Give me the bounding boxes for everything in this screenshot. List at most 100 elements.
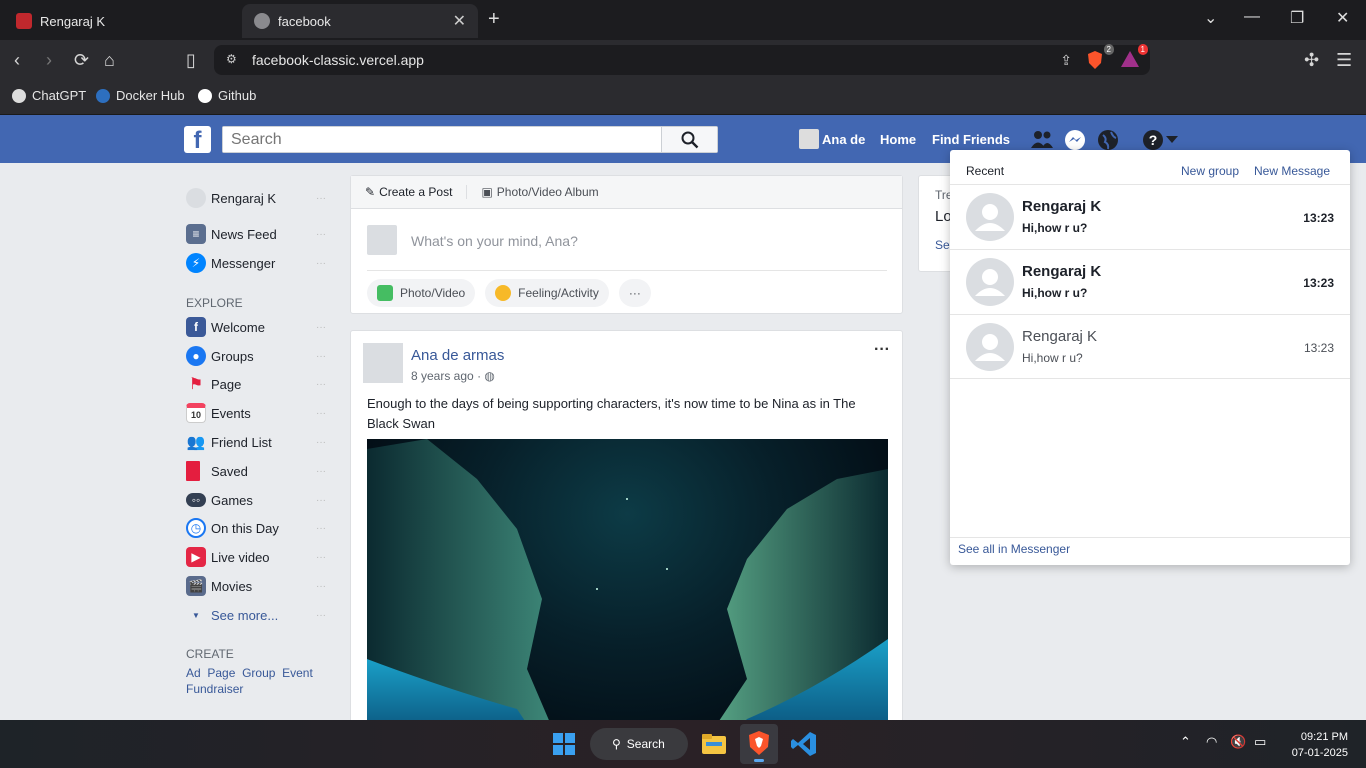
more-icon[interactable]: ··· xyxy=(316,523,326,534)
tab-create-post[interactable]: ✎ Create a Post xyxy=(351,185,466,199)
taskbar-search[interactable]: ⚲ Search xyxy=(590,728,688,760)
sidebar-item-messenger[interactable]: ⚡ Messenger ··· xyxy=(186,252,326,274)
close-window-button[interactable]: ✕ xyxy=(1336,8,1349,28)
close-tab-icon[interactable]: ✕ xyxy=(453,11,466,31)
more-icon[interactable]: ··· xyxy=(316,229,326,240)
post-options-button[interactable]: ··· xyxy=(874,341,890,359)
volume-muted-icon[interactable]: 🔇 xyxy=(1230,734,1246,750)
create-group-link[interactable]: Group xyxy=(242,666,275,680)
tab-photo-album[interactable]: ▣ Photo/Video Album xyxy=(466,185,612,199)
message-thread[interactable]: Rengaraj K Hi,how r u? 13:23 xyxy=(950,314,1350,379)
create-ad-link[interactable]: Ad xyxy=(186,666,201,680)
more-icon[interactable]: ··· xyxy=(316,258,326,269)
forward-button[interactable]: › xyxy=(46,50,52,70)
message-thread[interactable]: Rengaraj K Hi,how r u? 13:23 xyxy=(950,249,1350,314)
system-clock[interactable]: 09:21 PM 07-01-2025 xyxy=(1292,729,1348,761)
sidebar-item-profile[interactable]: Rengaraj K ··· xyxy=(186,187,326,209)
composer-more-button[interactable]: ··· xyxy=(618,279,651,307)
home-button[interactable]: ⌂ xyxy=(104,50,115,70)
trending-link[interactable]: Se xyxy=(935,238,950,252)
bookmark-chatgpt[interactable]: ChatGPT xyxy=(12,88,86,103)
extensions-icon[interactable]: ✣ xyxy=(1304,50,1319,70)
more-icon[interactable]: ··· xyxy=(316,610,326,621)
back-button[interactable]: ‹ xyxy=(14,50,20,70)
more-icon[interactable]: ··· xyxy=(316,322,326,333)
profile-link[interactable]: Ana de xyxy=(822,132,865,147)
new-group-link[interactable]: New group xyxy=(1181,164,1239,178)
new-message-link[interactable]: New Message xyxy=(1254,164,1330,178)
help-icon[interactable]: ? xyxy=(1142,129,1164,151)
account-menu-chevron-icon[interactable] xyxy=(1166,136,1178,144)
taskbar-brave-active[interactable] xyxy=(740,724,778,764)
sidebar-item-saved[interactable]: Saved ··· xyxy=(186,460,326,482)
friend-requests-icon[interactable] xyxy=(1030,129,1054,149)
more-icon[interactable]: ··· xyxy=(316,379,326,390)
facebook-logo[interactable]: f xyxy=(184,126,211,154)
see-more-link[interactable]: ▼ See more... ··· xyxy=(186,604,326,626)
bookmark-button[interactable]: ▯ xyxy=(186,50,196,70)
bookmark-label: ChatGPT xyxy=(32,88,87,103)
sidebar-item-welcome[interactable]: f Welcome ··· xyxy=(186,316,326,338)
sidebar-item-on-this-day[interactable]: ◷ On this Day ··· xyxy=(186,517,326,539)
rewards-count-badge: 1 xyxy=(1137,44,1148,55)
sidebar-item-live-video[interactable]: ▶ Live video ··· xyxy=(186,546,326,568)
user-avatar[interactable] xyxy=(799,129,819,149)
sidebar-item-friend-list[interactable]: 👥 Friend List ··· xyxy=(186,431,326,453)
more-icon[interactable]: ··· xyxy=(316,466,326,477)
clock-date: 07-01-2025 xyxy=(1291,747,1348,759)
create-fundraiser-link[interactable]: Fundraiser xyxy=(186,682,243,696)
sidebar-item-games[interactable]: ◦◦ Games ··· xyxy=(186,489,326,511)
home-link[interactable]: Home xyxy=(880,132,916,147)
site-info-icon[interactable]: ⚙ xyxy=(226,52,237,66)
sidebar-item-page[interactable]: ⚑ Page ··· xyxy=(186,373,326,395)
see-all-messenger-link[interactable]: See all in Messenger xyxy=(958,542,1070,556)
notifications-globe-icon[interactable] xyxy=(1097,129,1119,151)
composer-input[interactable]: What's on your mind, Ana? xyxy=(411,233,578,249)
sidebar-item-news-feed[interactable]: ≡ News Feed ··· xyxy=(186,223,326,245)
default-user-icon xyxy=(975,334,1005,361)
message-thread[interactable]: Rengaraj K Hi,how r u? 13:23 xyxy=(950,184,1350,249)
vscode-icon[interactable] xyxy=(790,730,818,758)
menu-button[interactable]: ☰ xyxy=(1336,50,1352,70)
reload-button[interactable]: ⟳ xyxy=(74,50,89,70)
post-author-avatar[interactable] xyxy=(363,343,403,383)
new-tab-button[interactable]: + xyxy=(488,8,500,31)
sidebar-item-groups[interactable]: ● Groups ··· xyxy=(186,345,326,367)
more-icon[interactable]: ··· xyxy=(316,408,326,419)
sidebar-item-events[interactable]: 10 Events ··· xyxy=(186,402,326,424)
share-icon[interactable]: ⇪ xyxy=(1060,52,1072,69)
wifi-icon[interactable]: ◠ xyxy=(1206,734,1217,750)
brave-rewards-icon[interactable]: 1 xyxy=(1120,44,1148,70)
brave-shield-icon[interactable]: 2 xyxy=(1086,44,1114,70)
windows-start-icon[interactable] xyxy=(550,730,578,758)
post-image[interactable] xyxy=(367,439,888,729)
photo-video-button[interactable]: Photo/Video xyxy=(367,279,476,307)
create-page-link[interactable]: Page xyxy=(207,666,235,680)
messenger-icon[interactable] xyxy=(1064,129,1086,151)
post-author-name[interactable]: Ana de armas xyxy=(411,347,504,364)
search-input[interactable] xyxy=(223,127,663,152)
sidebar-item-movies[interactable]: 🎬 Movies ··· xyxy=(186,575,326,597)
minimize-button[interactable]: — xyxy=(1244,8,1260,26)
show-hidden-icons-chevron[interactable]: ⌃ xyxy=(1180,734,1191,750)
search-button[interactable] xyxy=(661,127,717,152)
post-timestamp[interactable]: 8 years ago · ◍ xyxy=(411,369,495,383)
more-icon[interactable]: ··· xyxy=(316,351,326,362)
more-icon[interactable]: ··· xyxy=(316,552,326,563)
address-bar[interactable]: ⚙ facebook-classic.vercel.app ⇪ 2 1 xyxy=(214,44,1150,75)
more-icon[interactable]: ··· xyxy=(316,581,326,592)
file-explorer-icon[interactable] xyxy=(700,730,728,758)
battery-icon[interactable]: ▭ xyxy=(1254,734,1266,750)
tab-facebook[interactable]: facebook ✕ xyxy=(242,4,478,38)
create-event-link[interactable]: Event xyxy=(282,666,313,680)
tab-search-chevron-icon[interactable]: ⌄ xyxy=(1204,8,1217,28)
tab-rengaraj[interactable]: Rengaraj K xyxy=(4,4,240,38)
find-friends-link[interactable]: Find Friends xyxy=(932,132,1010,147)
more-icon[interactable]: ··· xyxy=(316,437,326,448)
feeling-activity-button[interactable]: Feeling/Activity xyxy=(485,279,609,307)
more-icon[interactable]: ··· xyxy=(316,495,326,506)
bookmark-docker-hub[interactable]: Docker Hub xyxy=(96,88,185,103)
more-icon[interactable]: ··· xyxy=(316,193,326,204)
restore-button[interactable]: ❐ xyxy=(1290,8,1304,28)
bookmark-github[interactable]: Github xyxy=(198,88,256,103)
